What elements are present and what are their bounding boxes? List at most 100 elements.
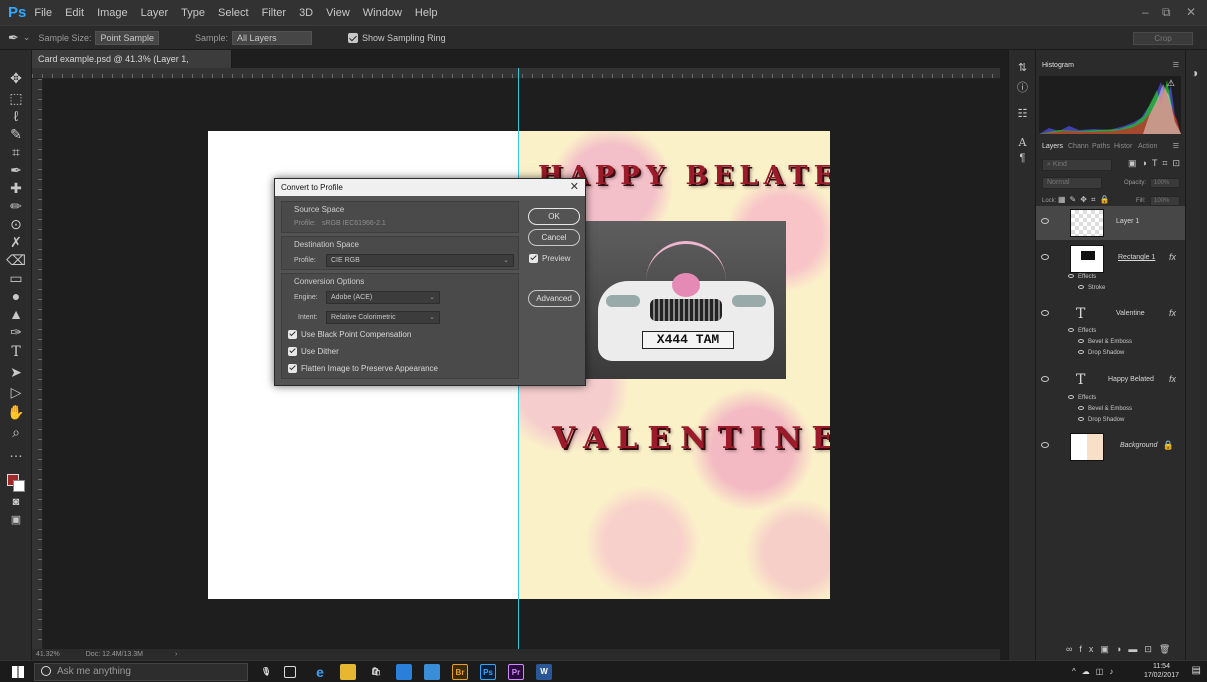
screen-mode-icon[interactable]: ▣ — [6, 512, 26, 529]
task-view-icon[interactable] — [284, 666, 296, 678]
tab-history[interactable]: Histor — [1114, 143, 1132, 150]
effects-row[interactable]: Effects — [1068, 395, 1096, 401]
eyedropper-tool-icon[interactable]: ✒ — [6, 162, 26, 179]
quick-mask-icon[interactable]: ◙ — [6, 494, 26, 511]
fx-icon[interactable]: fx — [1169, 308, 1176, 318]
flatten-checkbox[interactable] — [288, 364, 297, 373]
microphone-icon[interactable]: 🎙 — [258, 664, 274, 680]
eye-icon[interactable] — [1068, 395, 1074, 400]
eye-icon[interactable] — [1041, 376, 1049, 382]
lock-icons[interactable]: ▦✎✥⌗🔒 — [1058, 195, 1113, 205]
cortana-search[interactable]: Ask me anything — [34, 663, 248, 681]
eyedropper-icon[interactable]: ✒ — [8, 30, 19, 46]
sample-size-select[interactable]: Point Sample — [95, 30, 160, 45]
menu-layer[interactable]: Layer — [141, 7, 169, 19]
advanced-button[interactable]: Advanced — [528, 290, 580, 307]
cancel-button[interactable]: Cancel — [528, 229, 580, 246]
destination-profile-select[interactable]: CIE RGB ⌄ — [326, 254, 514, 267]
marquee-tool-icon[interactable]: ⬚ — [6, 90, 26, 107]
arrange-icon[interactable]: ⇅ — [1014, 60, 1031, 77]
eye-icon[interactable] — [1068, 328, 1074, 333]
edge-icon[interactable]: e — [312, 664, 328, 680]
menu-select[interactable]: Select — [218, 7, 249, 19]
fx-icon[interactable]: fx — [1169, 374, 1176, 384]
menu-filter[interactable]: Filter — [262, 7, 286, 19]
menu-view[interactable]: View — [326, 7, 350, 19]
crop-tool-icon[interactable]: ⌗ — [6, 144, 26, 161]
background-color-swatch[interactable] — [13, 480, 25, 492]
menu-help[interactable]: Help — [415, 7, 438, 19]
taskbar-clock[interactable]: 11:54 17/02/2017 — [1144, 662, 1179, 680]
eye-icon[interactable] — [1041, 254, 1049, 260]
close-window-icon[interactable]: ✕ — [1186, 5, 1196, 19]
windows-start-icon[interactable] — [12, 666, 24, 678]
menu-edit[interactable]: Edit — [65, 7, 84, 19]
histogram-tab[interactable]: Histogram — [1042, 62, 1074, 69]
hand-tool-icon[interactable]: ✋ — [6, 404, 26, 421]
chevron-down-icon[interactable]: ⌄ — [23, 32, 31, 43]
layer-filter-kind[interactable]: ⌕ Kind — [1042, 159, 1112, 171]
layer-row[interactable]: Background 🔒 — [1036, 430, 1186, 464]
effect-drop-shadow[interactable]: Drop Shadow — [1078, 417, 1124, 423]
menu-image[interactable]: Image — [97, 7, 128, 19]
panel-menu-icon[interactable]: ≡ — [1173, 59, 1179, 71]
dither-checkbox[interactable] — [288, 347, 297, 356]
blur-tool-icon[interactable]: ● — [6, 288, 26, 305]
layer-row[interactable]: Rectangle 1 fx — [1036, 242, 1186, 276]
effect-stroke[interactable]: Stroke — [1078, 285, 1105, 291]
character-icon[interactable]: A — [1014, 134, 1031, 151]
path-select-tool-icon[interactable]: ➤ — [6, 364, 26, 381]
move-tool-icon[interactable]: ✥ — [6, 70, 26, 87]
layers-panel-menu-icon[interactable]: ≡ — [1173, 140, 1179, 152]
engine-select[interactable]: Adobe (ACE) ⌄ — [326, 291, 440, 304]
effects-row[interactable]: Effects — [1068, 274, 1096, 280]
menu-file[interactable]: File — [34, 7, 52, 19]
zoom-level[interactable]: 41.32% — [36, 649, 60, 660]
ok-button[interactable]: OK — [528, 208, 580, 225]
premiere-icon[interactable]: Pr — [508, 664, 524, 680]
preview-checkbox[interactable] — [529, 254, 538, 263]
fx-icon[interactable]: fx — [1169, 252, 1176, 262]
intent-select[interactable]: Relative Colorimetric ⌄ — [326, 311, 440, 324]
paragraph-icon[interactable]: ¶ — [1014, 150, 1031, 167]
restore-icon[interactable]: ⧉ — [1162, 5, 1171, 20]
properties-icon[interactable]: ☷ — [1014, 106, 1031, 123]
layer-row[interactable]: T Valentine fx — [1036, 298, 1186, 332]
gradient-tool-icon[interactable]: ▭ — [6, 270, 26, 287]
bridge-icon[interactable]: Br — [452, 664, 468, 680]
store-icon[interactable]: 🛍 — [368, 664, 384, 680]
layer-name[interactable]: Layer 1 — [1116, 218, 1139, 225]
layer-name[interactable]: Valentine — [1116, 310, 1145, 317]
menu-window[interactable]: Window — [363, 7, 402, 19]
fill-field[interactable]: 100% — [1150, 196, 1180, 206]
system-tray-icons[interactable]: ^☁◫♪ — [1072, 667, 1119, 676]
minimize-icon[interactable]: – — [1142, 5, 1149, 19]
eye-icon[interactable] — [1078, 417, 1084, 422]
layer-row[interactable]: T Happy Belated fx — [1036, 364, 1186, 398]
menu-3d[interactable]: 3D — [299, 7, 313, 19]
effects-row[interactable]: Effects — [1068, 328, 1096, 334]
sample-select[interactable]: All Layers — [232, 30, 313, 45]
status-arrow-icon[interactable]: › — [175, 649, 177, 660]
quick-select-tool-icon[interactable]: ✎ — [6, 126, 26, 143]
notifications-icon[interactable]: ▤ — [1192, 665, 1201, 676]
word-icon[interactable]: W — [536, 664, 552, 680]
document-tab[interactable]: Card example.psd @ 41.3% (Layer 1, RGB/8… — [32, 50, 232, 82]
type-tool-icon[interactable]: T — [6, 344, 26, 361]
layer-name[interactable]: Happy Belated — [1108, 376, 1154, 383]
history-brush-tool-icon[interactable]: ✗ — [6, 234, 26, 251]
opacity-field[interactable]: 100% — [1150, 178, 1180, 188]
tab-actions[interactable]: Action — [1138, 143, 1157, 150]
clone-stamp-tool-icon[interactable]: ⊙ — [6, 216, 26, 233]
eye-icon[interactable] — [1041, 442, 1049, 448]
direct-select-tool-icon[interactable]: ▷ — [6, 384, 26, 401]
effect-bevel-emboss[interactable]: Bevel & Emboss — [1078, 339, 1132, 345]
eye-icon[interactable] — [1041, 218, 1049, 224]
eye-icon[interactable] — [1068, 274, 1074, 279]
menu-type[interactable]: Type — [181, 7, 205, 19]
layer-row[interactable]: Layer 1 — [1036, 206, 1186, 240]
photoshop-taskbar-icon[interactable]: Ps — [480, 664, 496, 680]
lock-icon[interactable]: 🔒 — [1163, 440, 1174, 451]
layer-name[interactable]: Background — [1120, 442, 1157, 449]
lasso-tool-icon[interactable]: ℓ — [6, 108, 26, 125]
